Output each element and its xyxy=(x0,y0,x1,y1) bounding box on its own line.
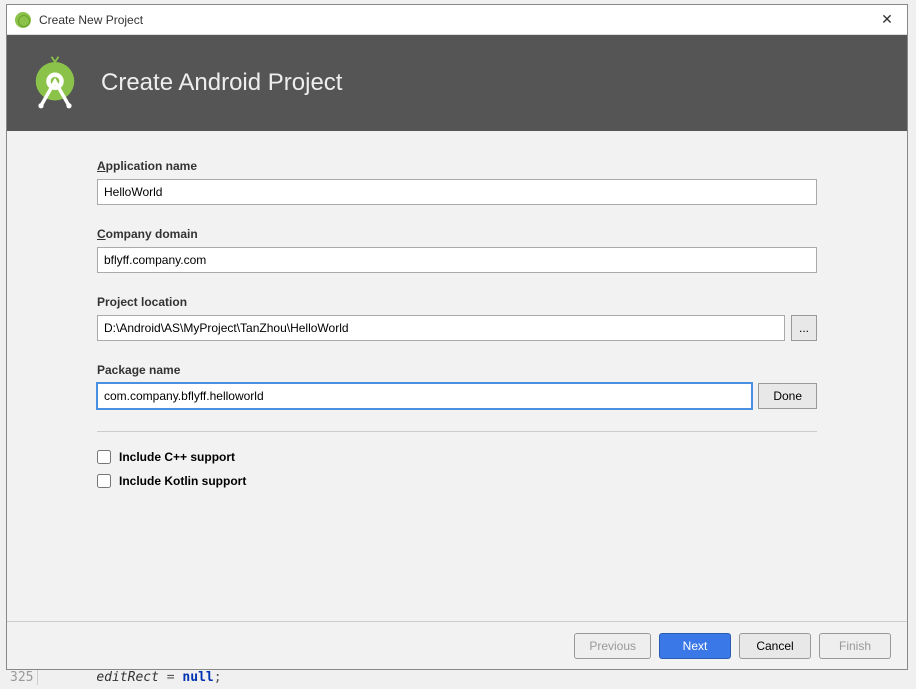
divider xyxy=(97,431,817,432)
include-kotlin-checkbox[interactable] xyxy=(97,474,111,488)
package-name-label: Package name xyxy=(97,363,817,377)
include-kotlin-label[interactable]: Include Kotlin support xyxy=(119,474,246,488)
field-application-name: Application name xyxy=(97,159,817,205)
next-button[interactable]: Next xyxy=(659,633,731,659)
close-button[interactable]: ✕ xyxy=(867,5,907,35)
browse-button[interactable]: ... xyxy=(791,315,817,341)
header-title: Create Android Project xyxy=(101,69,342,97)
include-kotlin-row: Include Kotlin support xyxy=(97,474,817,488)
field-company-domain: Company domain xyxy=(97,227,817,273)
company-domain-input[interactable] xyxy=(97,247,817,273)
form-content: Application name Company domain Project … xyxy=(7,131,907,621)
include-cpp-checkbox[interactable] xyxy=(97,450,111,464)
field-project-location: Project location ... xyxy=(97,295,817,341)
close-icon: ✕ xyxy=(881,11,893,28)
editor-bg-line: 325 editRect = null; xyxy=(10,670,222,685)
android-studio-icon xyxy=(15,12,31,28)
project-location-label: Project location xyxy=(97,295,817,309)
application-name-label: Application name xyxy=(97,159,817,173)
company-domain-label: Company domain xyxy=(97,227,817,241)
finish-button: Finish xyxy=(819,633,891,659)
application-name-input[interactable] xyxy=(97,179,817,205)
include-cpp-row: Include C++ support xyxy=(97,450,817,464)
titlebar: Create New Project ✕ xyxy=(7,5,907,35)
header-band: Create Android Project xyxy=(7,35,907,131)
cancel-button[interactable]: Cancel xyxy=(739,633,811,659)
done-button[interactable]: Done xyxy=(758,383,817,409)
footer-buttons: Previous Next Cancel Finish xyxy=(7,621,907,669)
window-title: Create New Project xyxy=(39,13,867,27)
android-studio-logo-icon xyxy=(27,55,83,111)
package-name-input[interactable] xyxy=(97,383,752,409)
dialog-window: Create New Project ✕ Create Android Proj… xyxy=(6,4,908,670)
project-location-input[interactable] xyxy=(97,315,785,341)
include-cpp-label[interactable]: Include C++ support xyxy=(119,450,235,464)
previous-button: Previous xyxy=(574,633,651,659)
field-package-name: Package name Done xyxy=(97,363,817,409)
